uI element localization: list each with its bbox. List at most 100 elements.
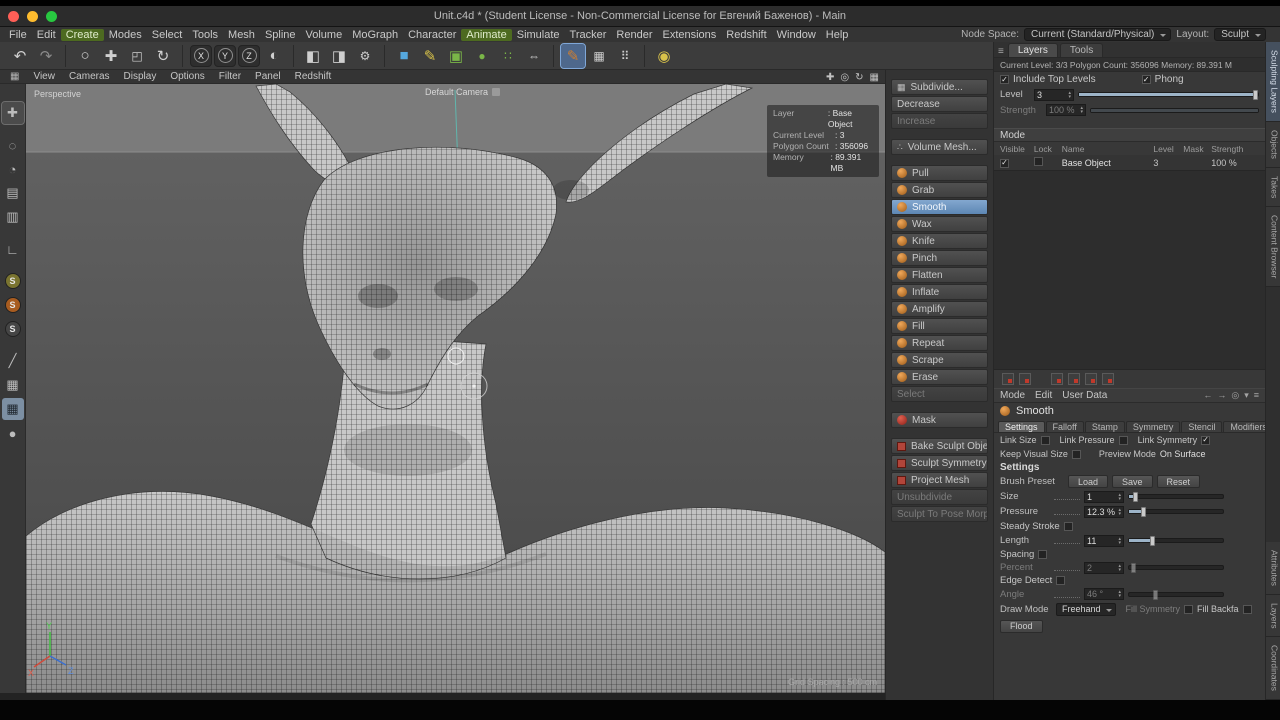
history-back-icon[interactable]: ← <box>1203 390 1212 401</box>
tool-repeat-button[interactable]: Repeat <box>891 335 988 351</box>
size-input[interactable]: 1 ▴ ▾ <box>1084 490 1124 503</box>
active-layer-grid-icon[interactable]: ▦ <box>1 398 24 420</box>
mask-button[interactable]: Mask <box>891 412 988 428</box>
menu-animate[interactable]: Animate <box>461 28 512 41</box>
options-menu[interactable]: Options <box>170 71 204 82</box>
tool-pull-button[interactable]: Pull <box>891 165 988 181</box>
list-icon[interactable]: ≡ <box>1254 390 1259 401</box>
render-to-picture-viewer-icon[interactable]: ◨ <box>327 44 351 68</box>
side-tab-layers[interactable]: Layers <box>1265 594 1280 638</box>
add-folder-icon[interactable] <box>1019 373 1031 385</box>
menu-help[interactable]: Help <box>821 29 854 41</box>
tool-amplify-button[interactable]: Amplify <box>891 301 988 317</box>
volume-mesh-button[interactable]: ∴ Volume Mesh... <box>891 139 988 155</box>
merge-layer-icon[interactable] <box>1068 373 1080 385</box>
attr-menu-mode[interactable]: Mode <box>1000 390 1025 401</box>
menu-create[interactable]: Create <box>60 28 104 41</box>
layer-list-area[interactable] <box>994 170 1265 370</box>
viewport-panel-icon[interactable]: ▦ <box>10 71 19 82</box>
level-input[interactable]: 3 ▴ ▾ <box>1034 88 1074 101</box>
view-menu[interactable]: View <box>33 71 55 82</box>
side-tab-content-browser[interactable]: Content Browser <box>1265 206 1280 288</box>
layer-row-base-object[interactable]: ✓ Base Object 3 100 % <box>994 155 1265 170</box>
light-icon[interactable]: ◉ <box>652 44 676 68</box>
layer-visible-checkbox[interactable]: ✓ <box>1000 158 1009 168</box>
side-tab-takes[interactable]: Takes <box>1265 167 1280 207</box>
sculpt-object-orange-icon[interactable]: S <box>2 294 24 316</box>
view-orbit-icon[interactable]: ↻ <box>855 72 863 83</box>
pressure-slider-handle[interactable] <box>1141 507 1147 517</box>
subdivide-button[interactable]: ▦ Subdivide... <box>891 79 988 95</box>
cameras-menu[interactable]: Cameras <box>69 71 110 82</box>
percent-slider-handle[interactable] <box>1130 563 1136 573</box>
undo-icon[interactable]: ↶ <box>8 44 32 68</box>
tool-erase-button[interactable]: Erase <box>891 369 988 385</box>
sculpt-symmetry-button[interactable]: Sculpt Symmetry <box>891 455 988 471</box>
workplane-icon[interactable]: ∟ <box>2 238 24 260</box>
sculpt-object-dark-icon[interactable]: S <box>2 318 24 340</box>
strength-input[interactable]: 100 % ▴ ▾ <box>1046 104 1086 116</box>
y-axis-lock-button[interactable]: Y <box>214 44 236 67</box>
size-slider-handle[interactable] <box>1132 492 1138 502</box>
display-menu[interactable]: Display <box>124 71 157 82</box>
polygon-mode-icon[interactable]: ▥ <box>2 206 24 228</box>
particles-icon[interactable]: ⠿ <box>613 44 637 68</box>
menu-window[interactable]: Window <box>772 29 821 41</box>
project-mesh-button[interactable]: Project Mesh <box>891 472 988 488</box>
rotate-tool-icon[interactable]: ↻ <box>151 44 175 68</box>
orange-dot-icon[interactable]: ● <box>2 422 24 444</box>
tool-select-button[interactable]: Select <box>891 386 988 402</box>
array-icon[interactable]: ▦ <box>587 44 611 68</box>
knife-tool-icon[interactable]: ╱ <box>2 350 24 372</box>
pressure-input[interactable]: 12.3 % ▴ ▾ <box>1084 505 1124 518</box>
primitive-cube-icon[interactable]: ▣ <box>444 44 468 68</box>
filter-icon[interactable]: ▾ <box>1244 390 1249 401</box>
scale-tool-icon[interactable]: ◰ <box>125 44 149 68</box>
tool-scrape-button[interactable]: Scrape <box>891 352 988 368</box>
primitive-sphere-icon[interactable]: ● <box>470 44 494 68</box>
symmetry-icon[interactable]: ⇔ <box>522 44 546 68</box>
level-slider-handle[interactable] <box>1253 90 1258 100</box>
menu-extensions[interactable]: Extensions <box>657 29 721 41</box>
level-slider[interactable] <box>1078 90 1259 100</box>
length-slider-handle[interactable] <box>1149 536 1155 546</box>
sculpt-object-olive-icon[interactable]: S <box>2 270 24 292</box>
menu-render[interactable]: Render <box>611 29 657 41</box>
tab-tools[interactable]: Tools <box>1059 43 1104 57</box>
save-button[interactable]: Save <box>1112 475 1153 488</box>
move-tool-icon[interactable]: ✚ <box>99 44 123 68</box>
tab-stamp[interactable]: Stamp <box>1084 421 1125 432</box>
live-selection-icon[interactable]: ○ <box>73 44 97 68</box>
edge-detect-checkbox[interactable] <box>1056 576 1066 585</box>
tab-stencil[interactable]: Stencil <box>1181 421 1223 432</box>
layer-lock-checkbox[interactable] <box>1033 157 1043 166</box>
z-axis-lock-button[interactable]: Z <box>238 44 260 67</box>
3d-mesh-canvas[interactable]: Y X Z <box>26 84 885 693</box>
search-icon[interactable]: ◎ <box>1231 390 1239 401</box>
tool-grab-button[interactable]: Grab <box>891 182 988 198</box>
duplicate-layer-icon[interactable] <box>1051 373 1063 385</box>
menu-volume[interactable]: Volume <box>301 29 348 41</box>
camera-label[interactable]: Default Camera <box>425 87 501 97</box>
increase-button[interactable]: Increase <box>891 113 988 129</box>
include-top-levels-checkbox[interactable]: ✓ <box>1000 75 1009 84</box>
menu-file[interactable]: File <box>4 29 32 41</box>
menu-select[interactable]: Select <box>147 29 188 41</box>
length-slider[interactable] <box>1128 536 1224 546</box>
point-mode-icon[interactable]: ▤ <box>2 182 24 204</box>
view-toggle-icon[interactable]: ▦ <box>870 72 879 83</box>
link-symmetry-checkbox[interactable]: ✓ <box>1201 435 1211 445</box>
menu-edit[interactable]: Edit <box>32 29 61 41</box>
draw-mode-dropdown[interactable]: Freehand <box>1056 602 1116 616</box>
preview-mode-value[interactable]: On Surface <box>1160 449 1206 459</box>
side-tab-attributes[interactable]: Attributes <box>1265 541 1280 595</box>
tab-layers[interactable]: Layers <box>1007 43 1058 57</box>
keep-visual-size-checkbox[interactable] <box>1071 449 1081 459</box>
orange-grid-icon[interactable]: ▦ <box>2 374 24 396</box>
layout-dropdown[interactable]: Sculpt <box>1214 28 1266 41</box>
redshift-menu[interactable]: Redshift <box>295 71 332 82</box>
spline-pen-icon[interactable]: ✎ <box>418 44 442 68</box>
x-axis-lock-button[interactable]: X <box>190 44 212 67</box>
attr-menu-userdata[interactable]: User Data <box>1062 390 1107 401</box>
angle-input[interactable]: 46 ° ▴ ▾ <box>1084 588 1124 600</box>
